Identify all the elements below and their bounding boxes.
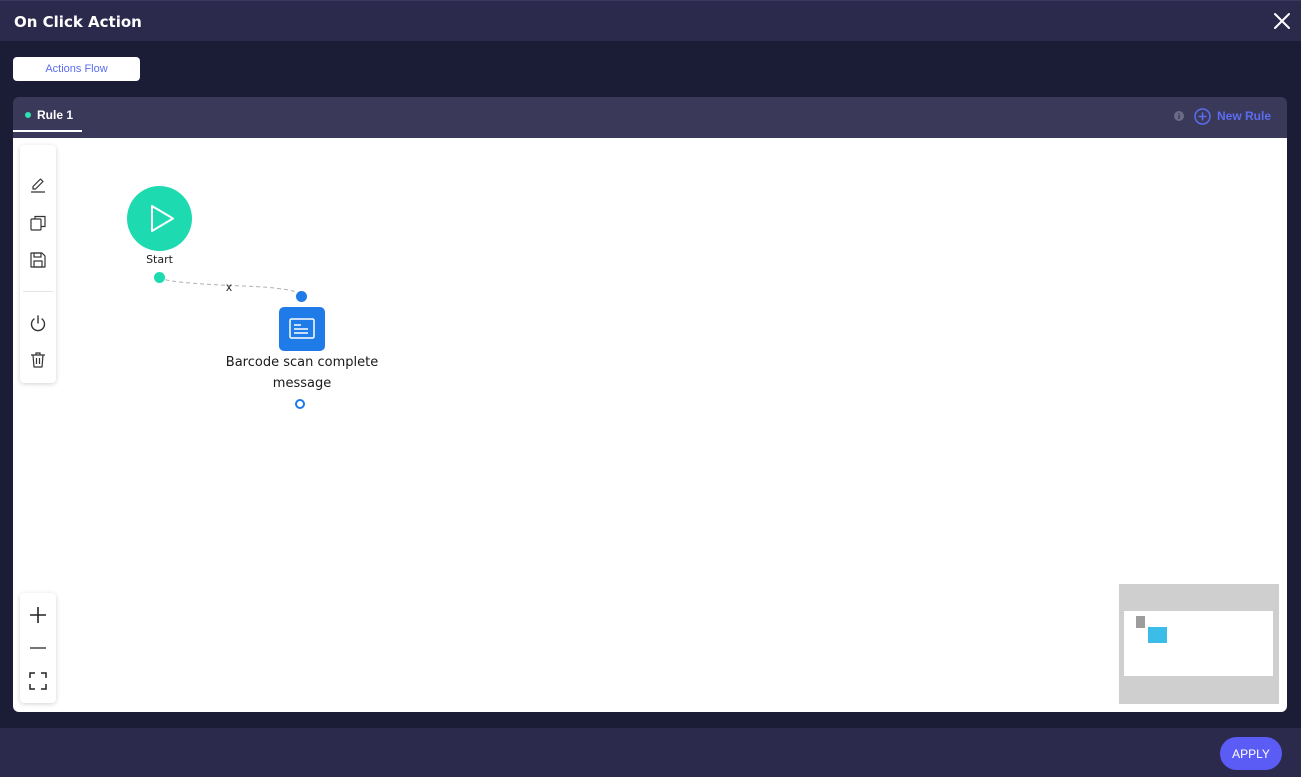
action-node-label: Barcode scan complete message [225, 355, 379, 391]
close-icon[interactable] [1271, 10, 1293, 32]
action-output-port[interactable] [295, 399, 305, 409]
toolbar-divider [23, 291, 53, 292]
minimap[interactable] [1119, 584, 1279, 704]
dialog-title: On Click Action [14, 13, 142, 31]
canvas-toolbar [20, 145, 56, 383]
start-output-port[interactable] [154, 272, 165, 283]
flow-edge [158, 276, 302, 296]
power-icon[interactable] [28, 313, 48, 333]
save-icon[interactable] [28, 250, 48, 270]
apply-button[interactable]: APPLY [1220, 737, 1282, 770]
minimap-action-node [1148, 627, 1167, 643]
start-node-label: Start [146, 253, 173, 266]
zoom-in-icon[interactable] [28, 605, 48, 625]
info-icon[interactable] [1174, 111, 1184, 121]
dialog-footer: APPLY [0, 728, 1301, 777]
new-rule-label: New Rule [1217, 109, 1272, 123]
copy-icon[interactable] [28, 213, 48, 233]
start-node[interactable] [127, 186, 192, 251]
flow-canvas[interactable]: Start x Barcode scan complete message [13, 138, 1287, 712]
message-icon [289, 318, 315, 339]
rule-tab-label: Rule 1 [37, 108, 74, 122]
zoom-toolbar [20, 593, 56, 703]
delete-icon[interactable] [28, 350, 48, 370]
play-icon [151, 205, 174, 232]
zoom-out-icon[interactable] [28, 638, 48, 658]
dialog-header: On Click Action [0, 0, 1301, 41]
edit-icon[interactable] [28, 175, 48, 195]
fit-screen-icon[interactable] [28, 671, 48, 691]
tab-rule-1[interactable]: Rule 1 [13, 97, 82, 132]
new-rule-button[interactable]: New Rule [1194, 106, 1271, 126]
action-node-barcode-message[interactable] [279, 307, 325, 351]
rule-status-dot [25, 112, 31, 118]
add-circle-icon [1194, 107, 1211, 125]
edge-remove-button[interactable]: x [226, 280, 232, 294]
action-input-port[interactable] [296, 291, 307, 302]
rules-bar: Rule 1 New Rule [13, 97, 1287, 138]
tab-actions-flow[interactable]: Actions Flow [13, 57, 140, 81]
minimap-viewport [1123, 610, 1274, 677]
minimap-start-node [1136, 616, 1145, 628]
